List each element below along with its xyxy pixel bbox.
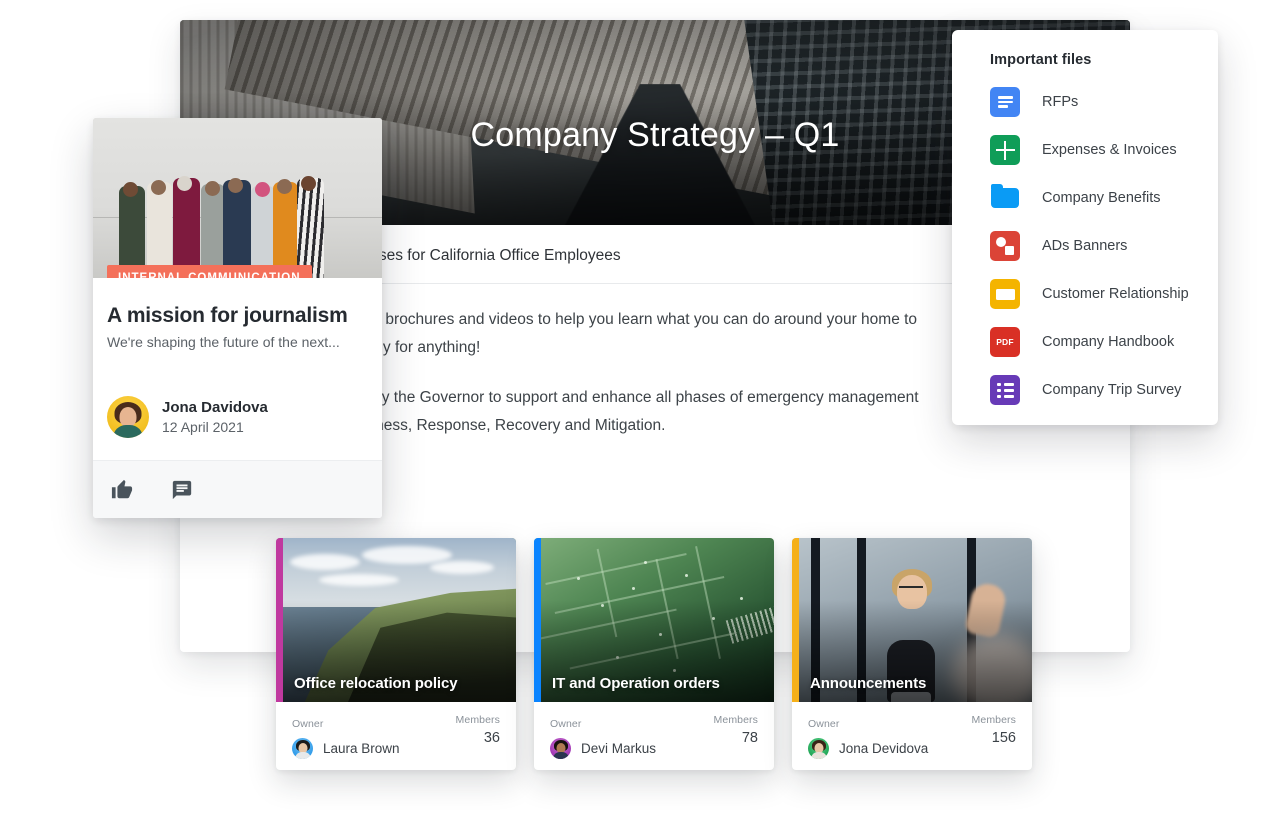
crm-card-icon <box>990 279 1020 309</box>
space-card-image: Office relocation policy <box>276 538 516 702</box>
file-row-expenses-invoices[interactable]: Expenses & Invoices <box>952 126 1218 174</box>
space-card-title: IT and Operation orders <box>552 675 720 692</box>
comment-icon[interactable] <box>171 479 193 501</box>
space-card-meta: Owner Members Devi Markus 78 <box>534 702 774 770</box>
members-label: Members <box>713 714 758 726</box>
space-card-meta: Owner Members Laura Brown 36 <box>276 702 516 770</box>
members-count: 36 <box>483 730 500 746</box>
file-row-ads-banners[interactable]: ADs Banners <box>952 222 1218 270</box>
space-card-title: Announcements <box>810 675 927 692</box>
file-label: RFPs <box>1042 94 1079 110</box>
file-row-rfps[interactable]: RFPs <box>952 78 1218 126</box>
google-sheets-icon <box>990 135 1020 165</box>
important-files-panel: Important files RFPs Expenses & Invoices… <box>952 30 1218 425</box>
post-card[interactable]: INTERNAL COMMUNICATION A mission for jou… <box>93 118 382 518</box>
file-label: Company Trip Survey <box>1042 382 1182 398</box>
google-forms-icon <box>990 375 1020 405</box>
space-card-announcements[interactable]: Announcements Owner Members Jona Devidov… <box>792 538 1032 770</box>
avatar <box>808 738 829 759</box>
ads-banner-icon <box>990 231 1020 261</box>
file-label: Customer Relationship <box>1042 286 1189 302</box>
post-excerpt: We're shaping the future of the next... <box>107 334 340 350</box>
post-author: Jona Davidova 12 April 2021 <box>93 350 382 438</box>
members-count: 156 <box>991 730 1016 746</box>
owner-name: Jona Devidova <box>839 741 929 756</box>
avatar <box>292 738 313 759</box>
file-label: Company Benefits <box>1042 190 1161 206</box>
file-row-company-handbook[interactable]: PDF Company Handbook <box>952 318 1218 366</box>
space-card-image: Announcements <box>792 538 1032 702</box>
avatar <box>107 396 149 438</box>
space-card-title: Office relocation policy <box>294 675 458 692</box>
owner-name: Laura Brown <box>323 741 400 756</box>
file-row-company-benefits[interactable]: Company Benefits <box>952 174 1218 222</box>
space-card-meta: Owner Members Jona Devidova 156 <box>792 702 1032 770</box>
owner-label: Owner <box>808 718 840 730</box>
post-date: 12 April 2021 <box>162 418 244 435</box>
important-files-title: Important files <box>990 52 1092 68</box>
pdf-icon: PDF <box>990 327 1020 357</box>
post-badge: INTERNAL COMMUNICATION <box>107 265 312 278</box>
post-image-people <box>115 166 365 278</box>
members-count: 78 <box>741 730 758 746</box>
file-row-company-trip-survey[interactable]: Company Trip Survey <box>952 366 1218 414</box>
owner-label: Owner <box>550 718 582 730</box>
members-label: Members <box>455 714 500 726</box>
post-body: A mission for journalism We're shaping t… <box>93 278 382 350</box>
post-actions <box>93 460 382 518</box>
members-label: Members <box>971 714 1016 726</box>
file-row-customer-relationship[interactable]: Customer Relationship <box>952 270 1218 318</box>
owner-name: Devi Markus <box>581 741 657 756</box>
avatar <box>550 738 571 759</box>
post-author-name: Jona Davidova <box>162 398 268 416</box>
post-image: INTERNAL COMMUNICATION <box>93 118 382 278</box>
space-card-accent-bar <box>276 538 283 702</box>
owner-label: Owner <box>292 718 324 730</box>
folder-icon <box>990 183 1020 213</box>
space-card-accent-bar <box>534 538 541 702</box>
space-card-accent-bar <box>792 538 799 702</box>
file-label: Expenses & Invoices <box>1042 142 1177 158</box>
file-label: ADs Banners <box>1042 238 1128 254</box>
app-screenshot: Company Strategy – Q1 Tips and internal … <box>0 0 1278 818</box>
post-author-meta: Jona Davidova 12 April 2021 <box>162 398 268 437</box>
space-card-office-relocation-policy[interactable]: Office relocation policy Owner Members L… <box>276 538 516 770</box>
file-label: Company Handbook <box>1042 334 1175 350</box>
space-card-image: IT and Operation orders <box>534 538 774 702</box>
google-docs-icon <box>990 87 1020 117</box>
post-title: A mission for journalism <box>107 304 348 327</box>
space-card-it-and-operation-orders[interactable]: IT and Operation orders Owner Members De… <box>534 538 774 770</box>
pdf-glyph: PDF <box>996 337 1014 347</box>
thumbs-up-icon[interactable] <box>111 479 133 501</box>
